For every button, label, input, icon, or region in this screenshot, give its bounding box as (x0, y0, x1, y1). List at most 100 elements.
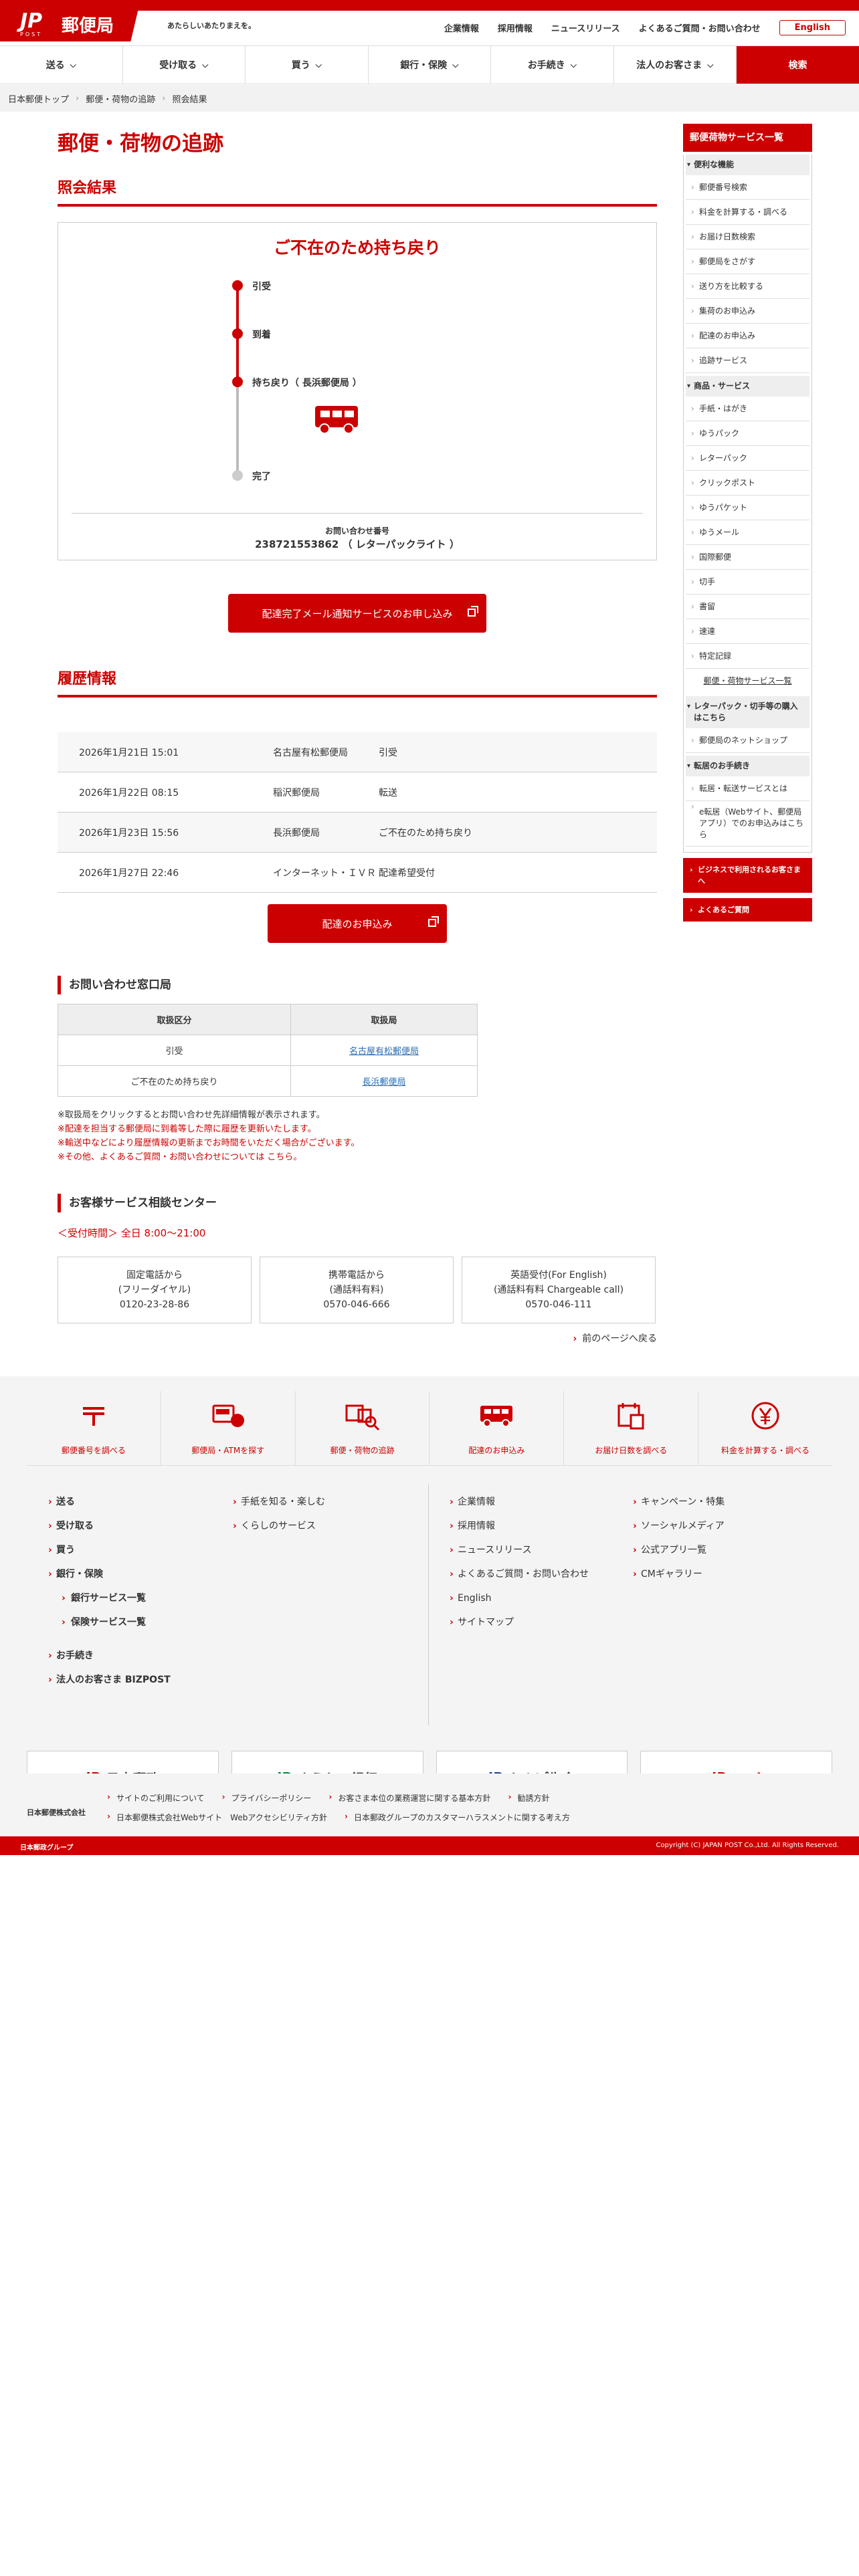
footer-link[interactable]: 採用情報 (450, 1514, 624, 1538)
sidebar-item[interactable]: 国際郵便 (686, 545, 809, 570)
truck-icon (480, 1406, 513, 1427)
footer-shortcut[interactable]: お届け日数を調べる (564, 1391, 699, 1465)
sidebar-item[interactable]: 書留 (686, 595, 809, 619)
footer-link[interactable]: 送る (48, 1490, 222, 1514)
sidebar-item[interactable]: ゆうメール (686, 520, 809, 545)
footer-link[interactable]: 受け取る (48, 1514, 222, 1538)
sidebar-item[interactable]: ゆうパック (686, 421, 809, 446)
sidebar-item[interactable]: 手紙・はがき (686, 397, 809, 421)
shortcut-label: 配達のお申込み (468, 1446, 525, 1455)
external-link-icon (468, 606, 478, 617)
link-recruit[interactable]: 採用情報 (498, 21, 533, 34)
policy-link[interactable]: お客さま本位の業務運営に関する基本方針 (328, 1792, 490, 1804)
footer-link[interactable]: くらしのサービス (233, 1514, 407, 1538)
sidebar-item[interactable]: 特定記録 (686, 644, 809, 669)
timeline-line-pending (236, 382, 239, 475)
footer-link[interactable]: お手続き (48, 1644, 222, 1668)
sidebar-item[interactable]: 配達のお申込み (686, 324, 809, 348)
footer-links-col: 手紙を知る・楽しむ くらしのサービス (233, 1490, 407, 1538)
sidebar-category[interactable]: 便利な機能 (686, 154, 809, 175)
policy-link[interactable]: サイトのご利用について (107, 1792, 205, 1804)
business-customers-button[interactable]: ビジネスで利用されるお客さまへ (683, 858, 812, 893)
sidebar-item[interactable]: レターパック (686, 446, 809, 471)
table-header-row: 取扱区分 取扱局 (57, 1004, 478, 1035)
nav-receive[interactable]: 受け取る ⌵ (123, 46, 246, 84)
link-corporate[interactable]: 企業情報 (444, 21, 479, 34)
shortcut-label: 郵便番号を調べる (61, 1446, 126, 1455)
nav-send[interactable]: 送る ⌵ (0, 46, 123, 84)
faq-button[interactable]: よくあるご質問 (683, 898, 812, 922)
corporate-name: 日本郵便株式会社 (27, 1808, 86, 1817)
footer-link[interactable]: 企業情報 (450, 1490, 624, 1514)
policy-link[interactable]: 日本郵便株式会社Webサイト Webアクセシビリティ方針 (107, 1812, 327, 1823)
site-logo[interactable]: JP POST 郵便局 (0, 0, 140, 41)
nav-bank-insurance[interactable]: 銀行・保険 ⌵ (369, 46, 491, 84)
redelivery-button[interactable]: 配達のお申込み (268, 904, 447, 943)
footer-shortcut[interactable]: 郵便局・ATMを探す (161, 1391, 296, 1465)
sidebar-category[interactable]: 転居のお手続き (686, 756, 809, 776)
nav-buy[interactable]: 買う ⌵ (246, 46, 369, 84)
sidebar-item[interactable]: 切手 (686, 570, 809, 595)
footer-link[interactable]: ソーシャルメディア (633, 1514, 807, 1538)
delivery-notify-button[interactable]: 配達完了メール通知サービスのお申し込み (228, 594, 486, 633)
footer-shortcut[interactable]: 郵便番号を調べる (27, 1391, 161, 1465)
sidebar-item[interactable]: 転居・転送サービスとは (686, 776, 809, 801)
footer-shortcut[interactable]: 料金を計算する・調べる (698, 1391, 832, 1465)
sidebar-item[interactable]: ゆうパケット (686, 496, 809, 520)
back-link[interactable]: 前のページへ戻る (573, 1331, 657, 1345)
nav-business[interactable]: 法人のお客さま ⌵ (614, 46, 737, 84)
sidebar-item[interactable]: 追跡サービス (686, 348, 809, 373)
note-faq-link[interactable]: ※その他、よくあるご質問・お問い合わせについては こちら。 (58, 1150, 359, 1164)
sidebar-item[interactable]: お届け日数検索 (686, 225, 809, 249)
atm-map-icon (212, 1404, 244, 1427)
history-datetime: 2026年1月23日 15:56 (79, 827, 179, 839)
sidebar-item[interactable]: 送り方を比較する (686, 274, 809, 299)
sidebar-item[interactable]: 郵便局のネットショップ (686, 728, 809, 753)
search-button[interactable]: 検索 (737, 46, 859, 84)
sidebar-item[interactable]: 郵便局をさがす (686, 249, 809, 274)
footer-link[interactable]: English (450, 1586, 624, 1610)
sidebar-item[interactable]: 料金を計算する・調べる (686, 200, 809, 225)
sidebar-item[interactable]: e転居（Webサイト、郵便局アプリ）でのお申込みはこちら (686, 801, 809, 847)
footer-link[interactable]: CMギャラリー (633, 1562, 807, 1586)
sidebar-item[interactable]: 速達 (686, 619, 809, 644)
policy-link[interactable]: プライバシーポリシー (222, 1792, 312, 1804)
table-cell: ご不在のため持ち戻り (57, 1065, 292, 1097)
footer-link[interactable]: 銀行サービス一覧 (48, 1586, 222, 1610)
english-button[interactable]: English (779, 20, 846, 35)
footer-links-col: キャンペーン・特集 ソーシャルメディア 公式アプリ一覧 CMギャラリー (633, 1490, 807, 1586)
footer-link[interactable]: よくあるご質問・お問い合わせ (450, 1562, 624, 1586)
nav-procedures[interactable]: お手続き ⌵ (491, 46, 614, 84)
jp-logo-icon: JP (20, 9, 43, 33)
policy-link[interactable]: 勧誘方針 (508, 1792, 549, 1804)
sidebar-item[interactable]: 集荷のお申込み (686, 299, 809, 324)
sidebar-body: 便利な機能 郵便番号検索 料金を計算する・調べる お届け日数検索 郵便局をさがす… (683, 154, 812, 853)
sidebar-all-services-link[interactable]: 郵便・荷物サービス一覧 (686, 669, 809, 693)
footer-link[interactable]: サイトマップ (450, 1610, 624, 1634)
timeline-label: 到着 (252, 330, 271, 340)
office-link[interactable]: 名古屋有松郵便局 (349, 1047, 419, 1057)
chevron-down-icon: ⌵ (70, 60, 76, 70)
sidebar-item[interactable]: クリックポスト (686, 471, 809, 496)
breadcrumb-tracking[interactable]: 郵便・荷物の追跡 (86, 92, 155, 105)
footer-link[interactable]: キャンペーン・特集 (633, 1490, 807, 1514)
sidebar-item[interactable]: 郵便番号検索 (686, 175, 809, 200)
footer-shortcut[interactable]: 郵便・荷物の追跡 (296, 1391, 430, 1465)
link-news[interactable]: ニュースリリース (551, 21, 620, 34)
footer-link[interactable]: 銀行・保険 (48, 1562, 222, 1586)
footer-link[interactable]: 手紙を知る・楽しむ (233, 1490, 407, 1514)
policy-link[interactable]: 日本郵政グループのカスタマーハラスメントに関する考え方 (345, 1812, 570, 1823)
footer-shortcut[interactable]: 配達のお申込み (430, 1391, 565, 1465)
footer-link[interactable]: 保険サービス一覧 (48, 1610, 222, 1634)
sidebar-category[interactable]: 商品・サービス (686, 376, 809, 397)
footer-link[interactable]: 買う (48, 1538, 222, 1562)
footer-link[interactable]: 公式アプリ一覧 (633, 1538, 807, 1562)
office-link[interactable]: 長浜郵便局 (363, 1077, 406, 1087)
chevron-right-icon: › (76, 93, 80, 104)
footer-link[interactable]: 法人のお客さま BIZPOST (48, 1668, 222, 1692)
breadcrumb-home[interactable]: 日本郵便トップ (8, 92, 69, 105)
contact-number: 0570-046-666 (323, 1299, 390, 1310)
link-faq[interactable]: よくあるご質問・お問い合わせ (639, 21, 761, 34)
sidebar-category[interactable]: レターパック・切手等の購入はこちら (686, 696, 809, 728)
footer-link[interactable]: ニュースリリース (450, 1538, 624, 1562)
